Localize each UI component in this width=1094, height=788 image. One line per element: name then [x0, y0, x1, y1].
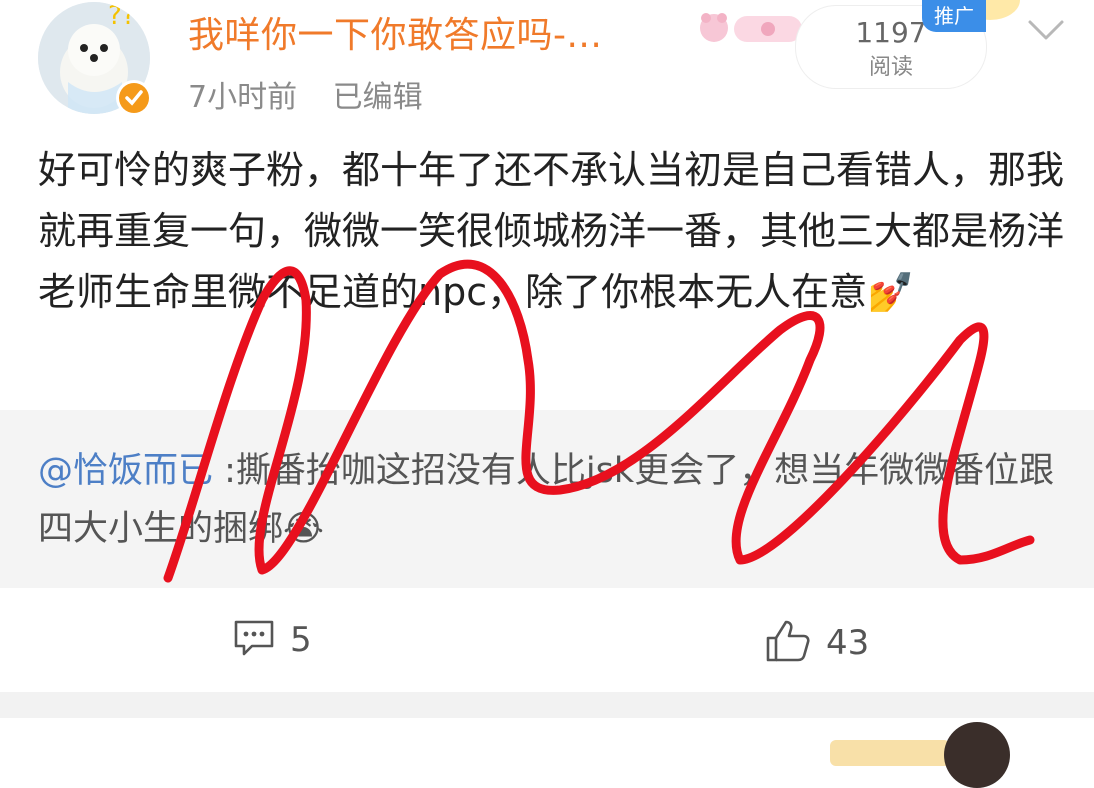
comment-button[interactable]: 5	[232, 618, 312, 662]
quoted-post[interactable]: @恰饭而已 :撕番抬咖这招没有人比jsk更会了，想当年微微番位跟四大小生的捆绑😭	[0, 410, 1094, 588]
username[interactable]: 我咩你一下你敢答应吗-...	[188, 6, 602, 58]
thumbs-up-icon	[764, 618, 812, 668]
comment-count: 5	[290, 620, 312, 660]
edited-label[interactable]: 已编辑	[333, 80, 423, 115]
next-post-preview[interactable]	[0, 718, 1094, 788]
quoted-text: @恰饭而已 :撕番抬咖这招没有人比jsk更会了，想当年微微番位跟四大小生的捆绑😭	[38, 442, 1068, 558]
like-count: 43	[826, 623, 870, 663]
post-body: 好可怜的爽子粉，都十年了还不承认当初是自己看错人，那我就再重复一句，微微一笑很倾…	[38, 148, 1065, 314]
action-bar: 5 43	[0, 588, 1094, 692]
svg-text:??: ??	[108, 2, 136, 31]
like-button[interactable]: 43	[764, 618, 869, 668]
comment-icon	[232, 618, 276, 662]
post-meta: 7小时前 已编辑	[188, 72, 423, 116]
user-badge-icon	[696, 6, 806, 54]
post-time: 7小时前	[188, 80, 298, 115]
verified-badge-icon	[116, 80, 152, 116]
promo-tag: 推广	[922, 0, 986, 32]
read-label: 阅读	[868, 55, 913, 80]
quoted-handle[interactable]: @恰饭而已	[38, 451, 213, 491]
feed-divider	[0, 692, 1094, 718]
weibo-post: ?? 我咩你一下你敢答应吗-... 7小时前 已编辑 1197 阅读 推广 好可…	[0, 0, 1094, 690]
chevron-down-icon[interactable]	[1026, 16, 1066, 48]
next-post-avatar[interactable]	[944, 722, 1010, 788]
